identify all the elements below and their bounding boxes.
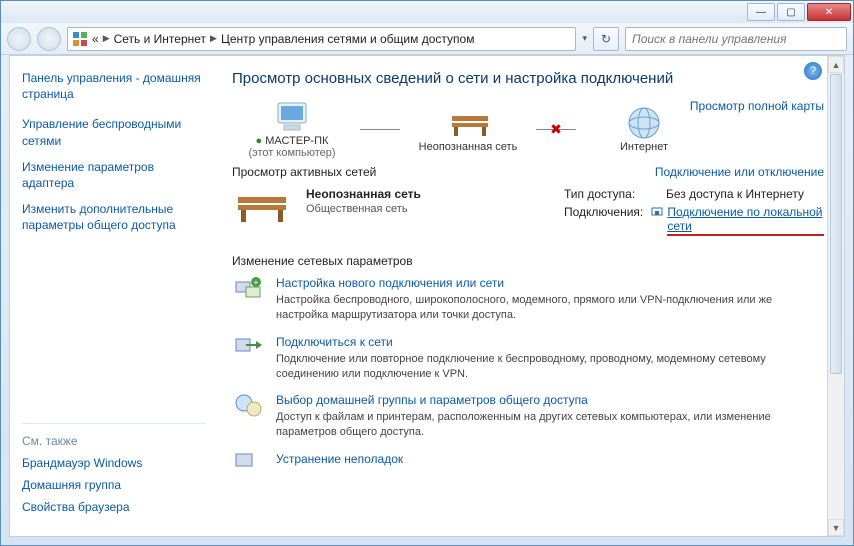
node-sublabel: (этот компьютер) (248, 147, 335, 159)
breadcrumb-back[interactable]: « (92, 32, 99, 46)
troubleshoot-icon (232, 452, 264, 480)
internet-options-link[interactable]: Свойства браузера (22, 500, 206, 514)
change-settings-header: Изменение сетевых параметров (232, 254, 824, 268)
setting-title[interactable]: Настройка нового подключения или сети (276, 276, 796, 290)
scroll-down-icon[interactable]: ▼ (828, 519, 844, 536)
setting-homegroup: Выбор домашней группы и параметров общег… (232, 393, 824, 440)
svg-text:+: + (254, 278, 259, 287)
broken-connection-icon (536, 129, 576, 130)
setting-desc: Настройка беспроводного, широкополосного… (276, 293, 796, 323)
globe-icon (624, 105, 664, 141)
node-label: МАСТЕР-ПК (265, 135, 328, 147)
back-button[interactable] (7, 27, 31, 51)
scroll-up-icon[interactable]: ▲ (828, 56, 844, 73)
vertical-scrollbar[interactable]: ▲ ▼ (827, 56, 844, 536)
adapter-settings-link[interactable]: Изменение параметров адаптера (22, 159, 206, 191)
control-panel-icon (72, 31, 88, 47)
network-map: ● МАСТЕР-ПК (этот компьютер) Неопознанна… (232, 99, 824, 159)
address-bar[interactable]: « ▶ Сеть и Интернет ▶ Центр управления с… (67, 27, 576, 51)
internet-node: Интернет (584, 105, 704, 153)
new-connection-icon: + (232, 276, 264, 304)
refresh-button[interactable]: ↻ (593, 27, 619, 51)
connect-network-icon (232, 335, 264, 363)
node-label: Интернет (620, 141, 668, 153)
breadcrumb-network[interactable]: Сеть и Интернет (114, 32, 206, 46)
homegroup-icon (232, 393, 264, 421)
bench-icon (448, 105, 488, 141)
minimize-button[interactable]: — (747, 3, 775, 21)
help-icon[interactable]: ? (804, 62, 822, 80)
search-input[interactable] (625, 27, 847, 51)
access-type-label: Тип доступа: (564, 187, 666, 201)
connections-label: Подключения: (564, 205, 651, 236)
address-dropdown-icon[interactable]: ▾ (582, 33, 587, 44)
connection-line-icon (360, 129, 400, 130)
section-label: Просмотр активных сетей (232, 165, 376, 179)
homegroup-link[interactable]: Домашняя группа (22, 478, 206, 492)
chevron-right-icon: ▶ (99, 33, 114, 44)
unknown-network-node: Неопознанная сеть (408, 105, 528, 153)
window-frame: — ▢ ✕ « ▶ Сеть и Интернет ▶ Центр управл… (0, 0, 854, 546)
setting-troubleshoot: Устранение неполадок (232, 452, 824, 480)
setting-title[interactable]: Устранение неполадок (276, 452, 403, 466)
setting-new-connection: + Настройка нового подключения или сети … (232, 276, 824, 323)
content-pane: ? Просмотр основных сведений о сети и на… (218, 56, 844, 536)
see-also-header: См. также (22, 423, 206, 448)
manage-wireless-link[interactable]: Управление беспроводными сетями (22, 116, 206, 148)
scroll-thumb[interactable] (830, 74, 842, 374)
chevron-right-icon: ▶ (206, 33, 221, 44)
network-type: Общественная сеть (306, 203, 550, 215)
setting-title[interactable]: Подключиться к сети (276, 335, 796, 349)
node-label: Неопознанная сеть (419, 141, 518, 153)
setting-title[interactable]: Выбор домашней группы и параметров общег… (276, 393, 796, 407)
lan-connection-link[interactable]: Подключение по локальной сети (667, 205, 824, 236)
advanced-sharing-link[interactable]: Изменить дополнительные параметры общего… (22, 201, 206, 233)
setting-desc: Доступ к файлам и принтерам, расположенн… (276, 410, 796, 440)
network-name: Неопознанная сеть (306, 187, 550, 201)
ethernet-icon (651, 205, 663, 236)
access-type-value: Без доступа к Интернету (666, 187, 804, 201)
page-title: Просмотр основных сведений о сети и наст… (232, 70, 824, 87)
sidebar: Панель управления - домашняя страница Уп… (10, 56, 218, 536)
titlebar: — ▢ ✕ (1, 1, 853, 23)
this-pc-node: ● МАСТЕР-ПК (этот компьютер) (232, 99, 352, 159)
firewall-link[interactable]: Брандмауэр Windows (22, 456, 206, 470)
bench-icon (232, 187, 292, 225)
computer-icon (272, 99, 312, 135)
connect-disconnect-link[interactable]: Подключение или отключение (655, 165, 824, 179)
control-panel-home-link[interactable]: Панель управления - домашняя страница (22, 70, 206, 102)
active-networks-header: Просмотр активных сетей Подключение или … (232, 165, 824, 179)
active-network-block: Неопознанная сеть Общественная сеть Тип … (232, 187, 824, 240)
close-button[interactable]: ✕ (807, 3, 851, 21)
setting-desc: Подключение или повторное подключение к … (276, 352, 796, 382)
full-map-link[interactable]: Просмотр полной карты (690, 99, 824, 113)
body: Панель управления - домашняя страница Уп… (9, 55, 845, 537)
setting-connect-network: Подключиться к сети Подключение или повт… (232, 335, 824, 382)
maximize-button[interactable]: ▢ (777, 3, 805, 21)
nav-toolbar: « ▶ Сеть и Интернет ▶ Центр управления с… (1, 23, 853, 55)
forward-button[interactable] (37, 27, 61, 51)
breadcrumb-sharing-center[interactable]: Центр управления сетями и общим доступом (221, 32, 475, 46)
globe-badge-icon: ● (256, 135, 263, 147)
